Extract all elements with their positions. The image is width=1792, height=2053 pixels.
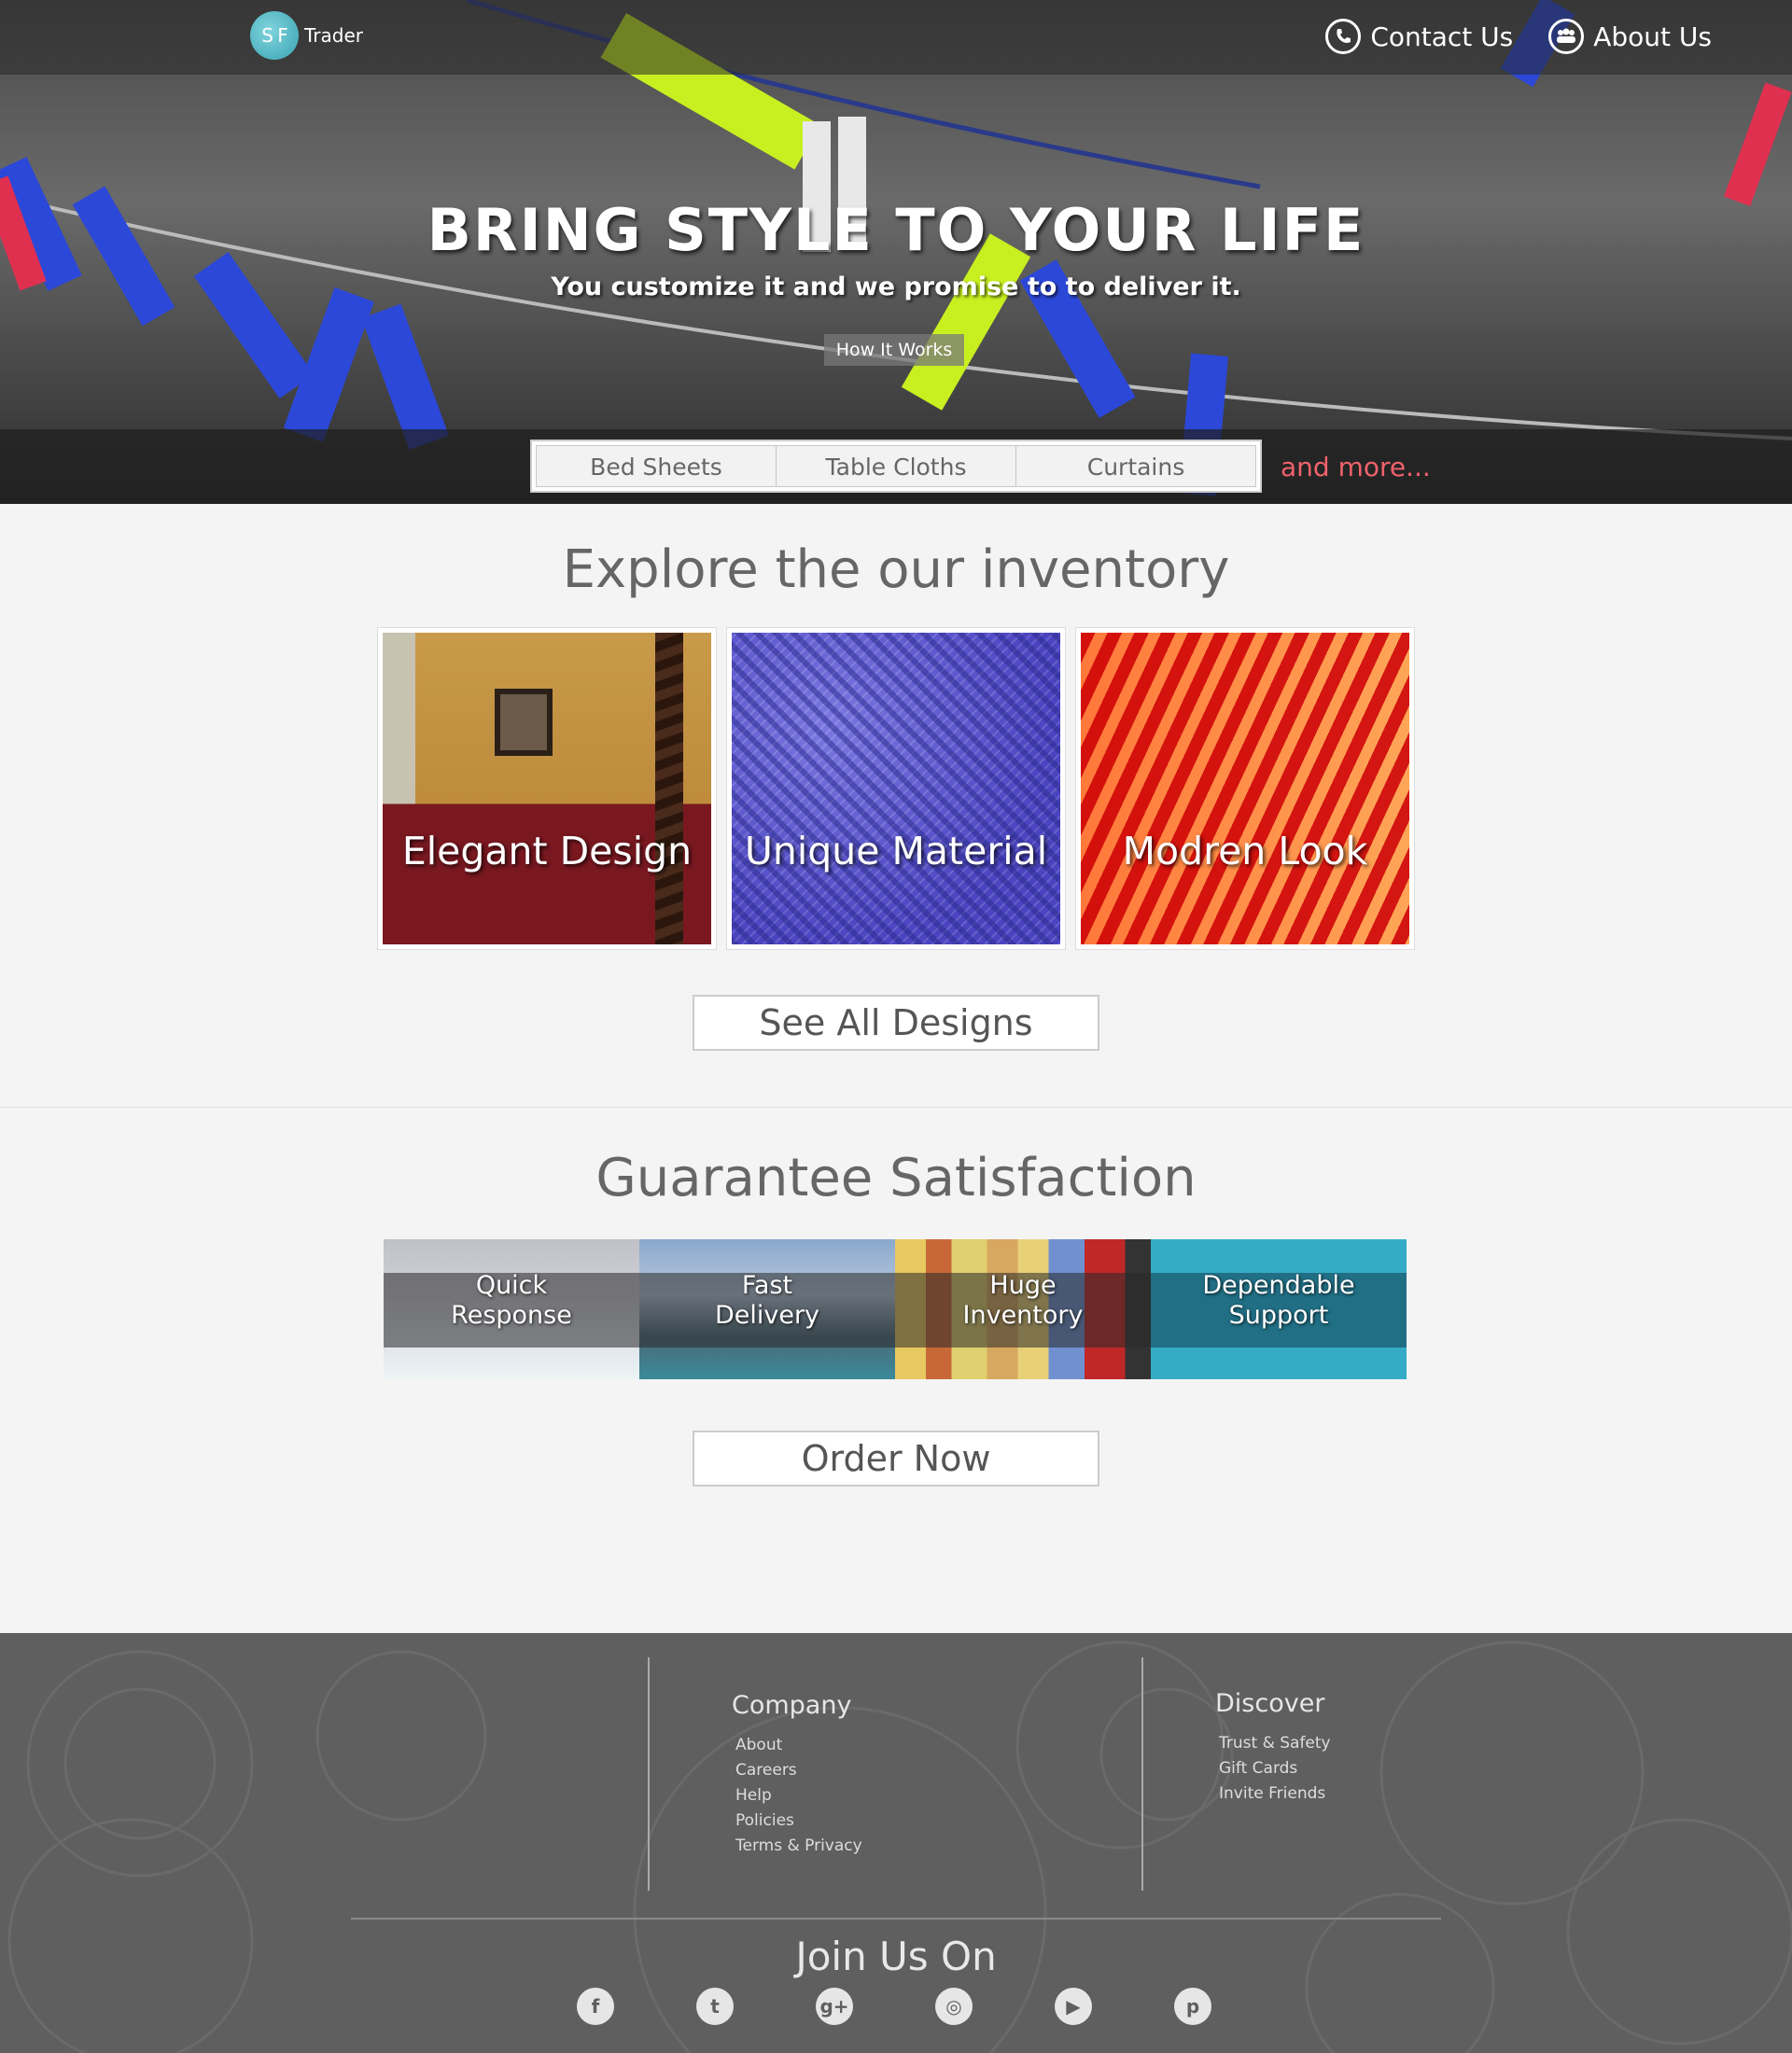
google-plus-icon[interactable]: g+ <box>816 1988 853 2025</box>
hero-subtitle: You customize it and we promise to to de… <box>551 272 1241 301</box>
footer-link-gift-cards[interactable]: Gift Cards <box>1215 1756 1331 1781</box>
feature-huge-inventory: Huge Inventory <box>895 1239 1151 1379</box>
footer-company-column: Company About Careers Help Policies Term… <box>732 1691 862 1859</box>
feature-label: Dependable Support <box>1151 1271 1407 1331</box>
instagram-icon[interactable]: ◎ <box>935 1988 973 2025</box>
footer-link-trust-safety[interactable]: Trust & Safety <box>1215 1731 1331 1756</box>
feature-line: Delivery <box>714 1301 820 1330</box>
footer-horizontal-rule <box>351 1918 1441 1920</box>
category-table-cloths[interactable]: Table Cloths <box>777 445 1016 487</box>
feature-label: Quick Response <box>384 1271 639 1331</box>
see-all-designs-button[interactable]: See All Designs <box>693 995 1099 1051</box>
top-nav: Contact Us About Us <box>1325 19 1712 54</box>
feature-line: Quick <box>475 1271 548 1300</box>
pinterest-icon[interactable]: p <box>1174 1988 1211 2025</box>
phone-icon <box>1325 19 1362 54</box>
discover-title: Discover <box>1215 1689 1325 1718</box>
tile-unique-material[interactable]: Unique Material <box>726 627 1066 950</box>
feature-line: Response <box>451 1301 572 1330</box>
inventory-title: Explore the our inventory <box>562 539 1230 600</box>
contact-us-label: Contact Us <box>1370 21 1514 52</box>
feature-line: Support <box>1228 1301 1329 1330</box>
about-us-link[interactable]: About Us <box>1548 19 1712 54</box>
category-bed-sheets[interactable]: Bed Sheets <box>536 445 777 487</box>
category-tabs: Bed Sheets Table Cloths Curtains <box>530 440 1262 493</box>
footer-link-help[interactable]: Help <box>732 1783 862 1809</box>
footer: Company About Careers Help Policies Term… <box>0 1633 1792 2053</box>
site-logo[interactable]: S F Trader <box>250 11 363 60</box>
bedroom-image: Elegant Design <box>383 633 711 944</box>
striped-fabric-image: Modren Look <box>1081 633 1409 944</box>
feature-label: Huge Inventory <box>895 1271 1151 1331</box>
footer-divider-left <box>648 1657 650 1891</box>
footer-link-invite-friends[interactable]: Invite Friends <box>1215 1781 1331 1807</box>
fabric-image: Unique Material <box>732 633 1060 944</box>
twitter-icon[interactable]: t <box>696 1988 734 2025</box>
footer-divider-right <box>1141 1657 1143 1891</box>
contact-us-link[interactable]: Contact Us <box>1325 19 1513 54</box>
footer-link-terms-privacy[interactable]: Terms & Privacy <box>732 1834 862 1859</box>
logo-text: Trader <box>304 24 363 47</box>
category-curtains[interactable]: Curtains <box>1016 445 1256 487</box>
feature-line: Dependable <box>1202 1271 1355 1300</box>
footer-discover-column: Discover Trust & Safety Gift Cards Invit… <box>1215 1689 1331 1807</box>
social-links: f t g+ ◎ ▶ p <box>577 1988 1211 2025</box>
feature-line: Inventory <box>962 1301 1084 1330</box>
join-us-title: Join Us On <box>795 1934 997 1979</box>
tile-elegant-design[interactable]: Elegant Design <box>377 627 717 950</box>
hero-banner: S F Trader Contact Us About Us BRING STY… <box>0 0 1792 504</box>
tile-label: Unique Material <box>744 829 1048 873</box>
footer-link-policies[interactable]: Policies <box>732 1809 862 1834</box>
tile-modren-look[interactable]: Modren Look <box>1075 627 1415 950</box>
people-icon <box>1548 19 1585 54</box>
footer-link-about[interactable]: About <box>732 1733 862 1758</box>
footer-link-careers[interactable]: Careers <box>732 1758 862 1783</box>
facebook-icon[interactable]: f <box>577 1988 614 2025</box>
more-categories-link[interactable]: and more... <box>1281 452 1431 482</box>
guarantee-title: Guarantee Satisfaction <box>595 1148 1197 1208</box>
feature-line: Huge <box>989 1271 1057 1300</box>
feature-label: Fast Delivery <box>639 1271 895 1331</box>
feature-fast-delivery: Fast Delivery <box>639 1239 895 1379</box>
order-now-button[interactable]: Order Now <box>693 1431 1099 1487</box>
tile-label: Modren Look <box>1122 829 1368 873</box>
hero-title: BRING STYLE TO YOUR LIFE <box>427 196 1365 264</box>
tile-label: Elegant Design <box>401 829 693 873</box>
feature-quick-response: Quick Response <box>384 1239 639 1379</box>
youtube-icon[interactable]: ▶ <box>1055 1988 1092 2025</box>
about-us-label: About Us <box>1593 21 1712 52</box>
logo-badge: S F <box>250 11 299 60</box>
section-divider <box>0 1107 1792 1108</box>
company-title: Company <box>732 1691 852 1720</box>
feature-line: Fast <box>741 1271 793 1300</box>
feature-dependable-support: Dependable Support <box>1151 1239 1407 1379</box>
how-it-works-button[interactable]: How It Works <box>824 334 964 366</box>
